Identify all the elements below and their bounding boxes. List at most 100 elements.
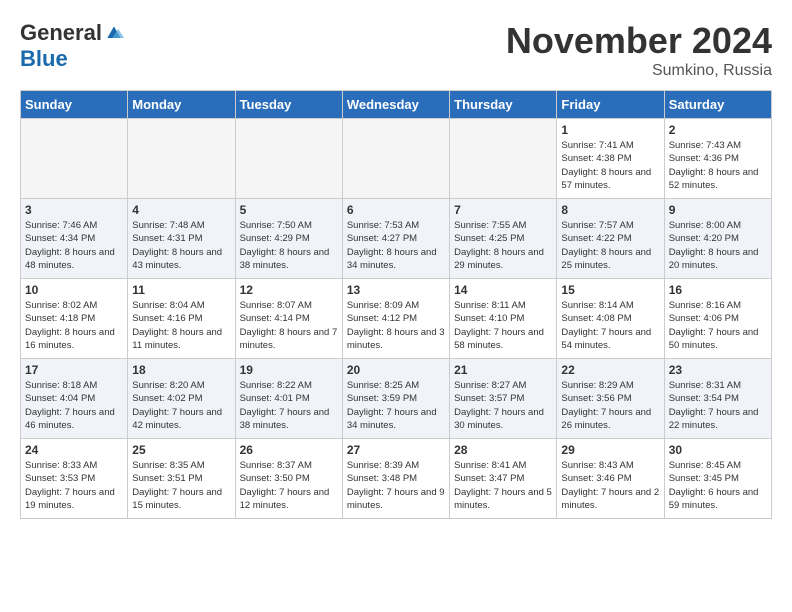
header-tuesday: Tuesday <box>235 91 342 119</box>
calendar-cell: 7 Sunrise: 7:55 AM Sunset: 4:25 PM Daylig… <box>450 199 557 279</box>
day-info: Sunrise: 8:25 AM Sunset: 3:59 PM Dayligh… <box>347 379 445 432</box>
header-monday: Monday <box>128 91 235 119</box>
calendar-cell <box>235 119 342 199</box>
calendar-cell: 28 Sunrise: 8:41 AM Sunset: 3:47 PM Dayli… <box>450 439 557 519</box>
calendar-cell: 24 Sunrise: 8:33 AM Sunset: 3:53 PM Dayli… <box>21 439 128 519</box>
day-info: Sunrise: 8:39 AM Sunset: 3:48 PM Dayligh… <box>347 459 445 512</box>
calendar-cell: 29 Sunrise: 8:43 AM Sunset: 3:46 PM Dayli… <box>557 439 664 519</box>
day-number: 4 <box>132 203 230 217</box>
calendar-cell: 27 Sunrise: 8:39 AM Sunset: 3:48 PM Dayli… <box>342 439 449 519</box>
calendar-cell: 26Sunrise: 8:37 AM Sunset: 3:50 PM Dayli… <box>235 439 342 519</box>
calendar-cell <box>342 119 449 199</box>
day-info: Sunrise: 8:43 AM Sunset: 3:46 PM Dayligh… <box>561 459 659 512</box>
day-number: 22 <box>561 363 659 377</box>
calendar-cell: 16 Sunrise: 8:16 AM Sunset: 4:06 PM Dayli… <box>664 279 771 359</box>
calendar-cell: 10 Sunrise: 8:02 AM Sunset: 4:18 PM Dayli… <box>21 279 128 359</box>
day-info: Sunrise: 8:41 AM Sunset: 3:47 PM Dayligh… <box>454 459 552 512</box>
day-info: Sunrise: 7:43 AM Sunset: 4:36 PM Dayligh… <box>669 139 767 192</box>
calendar-cell <box>21 119 128 199</box>
location-subtitle: Sumkino, Russia <box>506 62 772 80</box>
header-wednesday: Wednesday <box>342 91 449 119</box>
calendar-cell: 18 Sunrise: 8:20 AM Sunset: 4:02 PM Dayli… <box>128 359 235 439</box>
day-number: 26 <box>240 443 338 457</box>
calendar-header-row: Sunday Monday Tuesday Wednesday Thursday… <box>21 91 772 119</box>
logo-blue-text: Blue <box>20 46 68 72</box>
day-info: Sunrise: 7:41 AM Sunset: 4:38 PM Dayligh… <box>561 139 659 192</box>
day-number: 24 <box>25 443 123 457</box>
day-info: Sunrise: 8:20 AM Sunset: 4:02 PM Dayligh… <box>132 379 230 432</box>
calendar-cell: 1Sunrise: 7:41 AM Sunset: 4:38 PM Daylig… <box>557 119 664 199</box>
day-number: 27 <box>347 443 445 457</box>
day-number: 14 <box>454 283 552 297</box>
day-number: 9 <box>669 203 767 217</box>
day-info: Sunrise: 7:57 AM Sunset: 4:22 PM Dayligh… <box>561 219 659 272</box>
day-info: Sunrise: 8:29 AM Sunset: 3:56 PM Dayligh… <box>561 379 659 432</box>
day-info: Sunrise: 7:48 AM Sunset: 4:31 PM Dayligh… <box>132 219 230 272</box>
title-block: November 2024 Sumkino, Russia <box>506 20 772 80</box>
calendar-cell: 5 Sunrise: 7:50 AM Sunset: 4:29 PM Daylig… <box>235 199 342 279</box>
day-info: Sunrise: 7:50 AM Sunset: 4:29 PM Dayligh… <box>240 219 338 272</box>
calendar-cell: 19Sunrise: 8:22 AM Sunset: 4:01 PM Dayli… <box>235 359 342 439</box>
day-info: Sunrise: 8:02 AM Sunset: 4:18 PM Dayligh… <box>25 299 123 352</box>
day-number: 10 <box>25 283 123 297</box>
day-number: 21 <box>454 363 552 377</box>
day-number: 15 <box>561 283 659 297</box>
calendar-cell: 23 Sunrise: 8:31 AM Sunset: 3:54 PM Dayli… <box>664 359 771 439</box>
day-number: 28 <box>454 443 552 457</box>
header-thursday: Thursday <box>450 91 557 119</box>
calendar-cell: 13Sunrise: 8:09 AM Sunset: 4:12 PM Dayli… <box>342 279 449 359</box>
day-number: 17 <box>25 363 123 377</box>
calendar-cell: 12Sunrise: 8:07 AM Sunset: 4:14 PM Dayli… <box>235 279 342 359</box>
calendar-cell: 25 Sunrise: 8:35 AM Sunset: 3:51 PM Dayli… <box>128 439 235 519</box>
header-sunday: Sunday <box>21 91 128 119</box>
logo-icon <box>104 23 124 43</box>
calendar-week-5: 24 Sunrise: 8:33 AM Sunset: 3:53 PM Dayli… <box>21 439 772 519</box>
header-saturday: Saturday <box>664 91 771 119</box>
header-friday: Friday <box>557 91 664 119</box>
calendar-week-2: 3Sunrise: 7:46 AM Sunset: 4:34 PM Daylig… <box>21 199 772 279</box>
day-info: Sunrise: 8:22 AM Sunset: 4:01 PM Dayligh… <box>240 379 338 432</box>
calendar-cell: 17 Sunrise: 8:18 AM Sunset: 4:04 PM Dayli… <box>21 359 128 439</box>
day-info: Sunrise: 8:18 AM Sunset: 4:04 PM Dayligh… <box>25 379 123 432</box>
day-number: 3 <box>25 203 123 217</box>
calendar-cell: 14Sunrise: 8:11 AM Sunset: 4:10 PM Dayli… <box>450 279 557 359</box>
logo: General Blue <box>20 20 124 72</box>
day-info: Sunrise: 8:33 AM Sunset: 3:53 PM Dayligh… <box>25 459 123 512</box>
day-number: 23 <box>669 363 767 377</box>
day-info: Sunrise: 8:04 AM Sunset: 4:16 PM Dayligh… <box>132 299 230 352</box>
day-info: Sunrise: 8:09 AM Sunset: 4:12 PM Dayligh… <box>347 299 445 352</box>
day-info: Sunrise: 8:14 AM Sunset: 4:08 PM Dayligh… <box>561 299 659 352</box>
day-info: Sunrise: 8:45 AM Sunset: 3:45 PM Dayligh… <box>669 459 767 512</box>
calendar-week-3: 10 Sunrise: 8:02 AM Sunset: 4:18 PM Dayli… <box>21 279 772 359</box>
day-number: 25 <box>132 443 230 457</box>
day-number: 29 <box>561 443 659 457</box>
day-info: Sunrise: 7:55 AM Sunset: 4:25 PM Dayligh… <box>454 219 552 272</box>
calendar-cell <box>450 119 557 199</box>
day-number: 11 <box>132 283 230 297</box>
day-info: Sunrise: 8:27 AM Sunset: 3:57 PM Dayligh… <box>454 379 552 432</box>
day-info: Sunrise: 8:00 AM Sunset: 4:20 PM Dayligh… <box>669 219 767 272</box>
calendar-cell: 20Sunrise: 8:25 AM Sunset: 3:59 PM Dayli… <box>342 359 449 439</box>
day-info: Sunrise: 8:16 AM Sunset: 4:06 PM Dayligh… <box>669 299 767 352</box>
calendar-cell: 22 Sunrise: 8:29 AM Sunset: 3:56 PM Dayli… <box>557 359 664 439</box>
calendar-cell: 3Sunrise: 7:46 AM Sunset: 4:34 PM Daylig… <box>21 199 128 279</box>
day-info: Sunrise: 8:35 AM Sunset: 3:51 PM Dayligh… <box>132 459 230 512</box>
day-number: 5 <box>240 203 338 217</box>
month-title: November 2024 <box>506 20 772 62</box>
day-number: 16 <box>669 283 767 297</box>
day-number: 18 <box>132 363 230 377</box>
page-header: General Blue November 2024 Sumkino, Russ… <box>20 20 772 80</box>
day-number: 30 <box>669 443 767 457</box>
day-info: Sunrise: 7:53 AM Sunset: 4:27 PM Dayligh… <box>347 219 445 272</box>
calendar-cell: 21 Sunrise: 8:27 AM Sunset: 3:57 PM Dayli… <box>450 359 557 439</box>
calendar-cell <box>128 119 235 199</box>
calendar-cell: 30 Sunrise: 8:45 AM Sunset: 3:45 PM Dayli… <box>664 439 771 519</box>
day-number: 8 <box>561 203 659 217</box>
calendar-cell: 11 Sunrise: 8:04 AM Sunset: 4:16 PM Dayli… <box>128 279 235 359</box>
day-info: Sunrise: 8:31 AM Sunset: 3:54 PM Dayligh… <box>669 379 767 432</box>
calendar-table: Sunday Monday Tuesday Wednesday Thursday… <box>20 90 772 519</box>
calendar-cell: 2 Sunrise: 7:43 AM Sunset: 4:36 PM Daylig… <box>664 119 771 199</box>
calendar-cell: 8 Sunrise: 7:57 AM Sunset: 4:22 PM Daylig… <box>557 199 664 279</box>
day-number: 7 <box>454 203 552 217</box>
day-number: 2 <box>669 123 767 137</box>
